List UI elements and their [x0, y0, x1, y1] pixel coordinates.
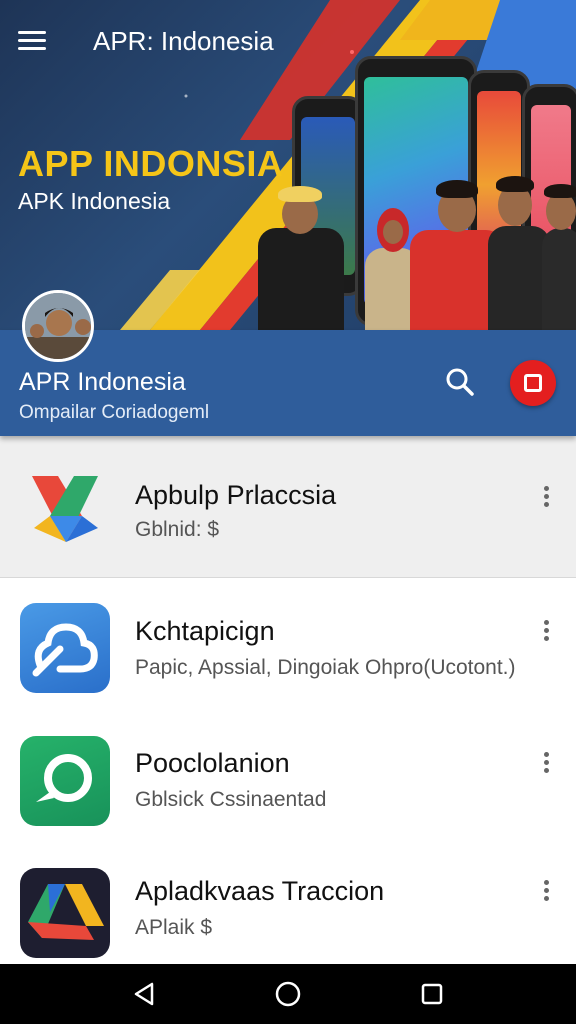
- hamburger-menu-icon[interactable]: [18, 26, 54, 56]
- drive-triangle-icon: [20, 868, 110, 958]
- search-icon[interactable]: [440, 362, 480, 402]
- app-title: APR: Indonesia: [93, 26, 274, 56]
- app-subtitle: Gblsick Cssinaentad: [135, 788, 327, 811]
- app-title: Apladkvaas Traccion: [135, 876, 385, 906]
- hero-subheadline: APK Indonesia: [18, 188, 171, 214]
- multicolor-x-triangle-icon: [20, 466, 110, 556]
- app-subtitle: APlaik $: [135, 916, 213, 939]
- list-item-app-2[interactable]: Kchtapicign Papic, Apssial, Dingoiak Ohp…: [0, 578, 576, 712]
- list-item-app-3[interactable]: Pooclolanion Gblsick Cssinaentad: [0, 712, 576, 846]
- list-item-app-1[interactable]: Apbulp Prlaccsia Gblnid: $: [0, 436, 576, 578]
- profile-avatar[interactable]: [22, 290, 94, 362]
- more-options-icon[interactable]: [536, 484, 556, 512]
- profile-title: APR Indonesia: [19, 368, 186, 396]
- more-options-icon[interactable]: [536, 618, 556, 646]
- cloud-swirl-icon: [20, 603, 110, 693]
- app-title: Kchtapicign: [135, 616, 275, 646]
- app-list: Apbulp Prlaccsia Gblnid: $ Kchtapicign P…: [0, 436, 576, 964]
- app-title: Apbulp Prlaccsia: [135, 480, 337, 510]
- top-app-bar: APR: Indonesia: [0, 0, 576, 84]
- chat-bubble-icon: [20, 736, 110, 826]
- app-subtitle: Papic, Apssial, Dingoiak Ohpro(Ucotont.): [135, 656, 516, 679]
- app-subtitle: Gblnid: $: [135, 518, 220, 541]
- hero-headline: APP INDONSIA: [18, 143, 284, 184]
- recents-square-icon[interactable]: [414, 976, 450, 1012]
- more-options-icon[interactable]: [536, 878, 556, 906]
- list-item-app-4[interactable]: Apladkvaas Traccion APlaik $: [0, 846, 576, 964]
- profile-subtitle: Ompailar Coriadogeml: [19, 402, 210, 423]
- back-triangle-icon[interactable]: [126, 976, 162, 1012]
- home-circle-icon[interactable]: [270, 976, 306, 1012]
- hero-banner: APR: Indonesia APP INDONSIA APK Indonesi…: [0, 0, 576, 330]
- app-title: Pooclolanion: [135, 748, 290, 778]
- system-navigation-bar: [0, 964, 576, 1024]
- more-options-icon[interactable]: [536, 750, 556, 778]
- stop-square-icon[interactable]: [510, 360, 556, 406]
